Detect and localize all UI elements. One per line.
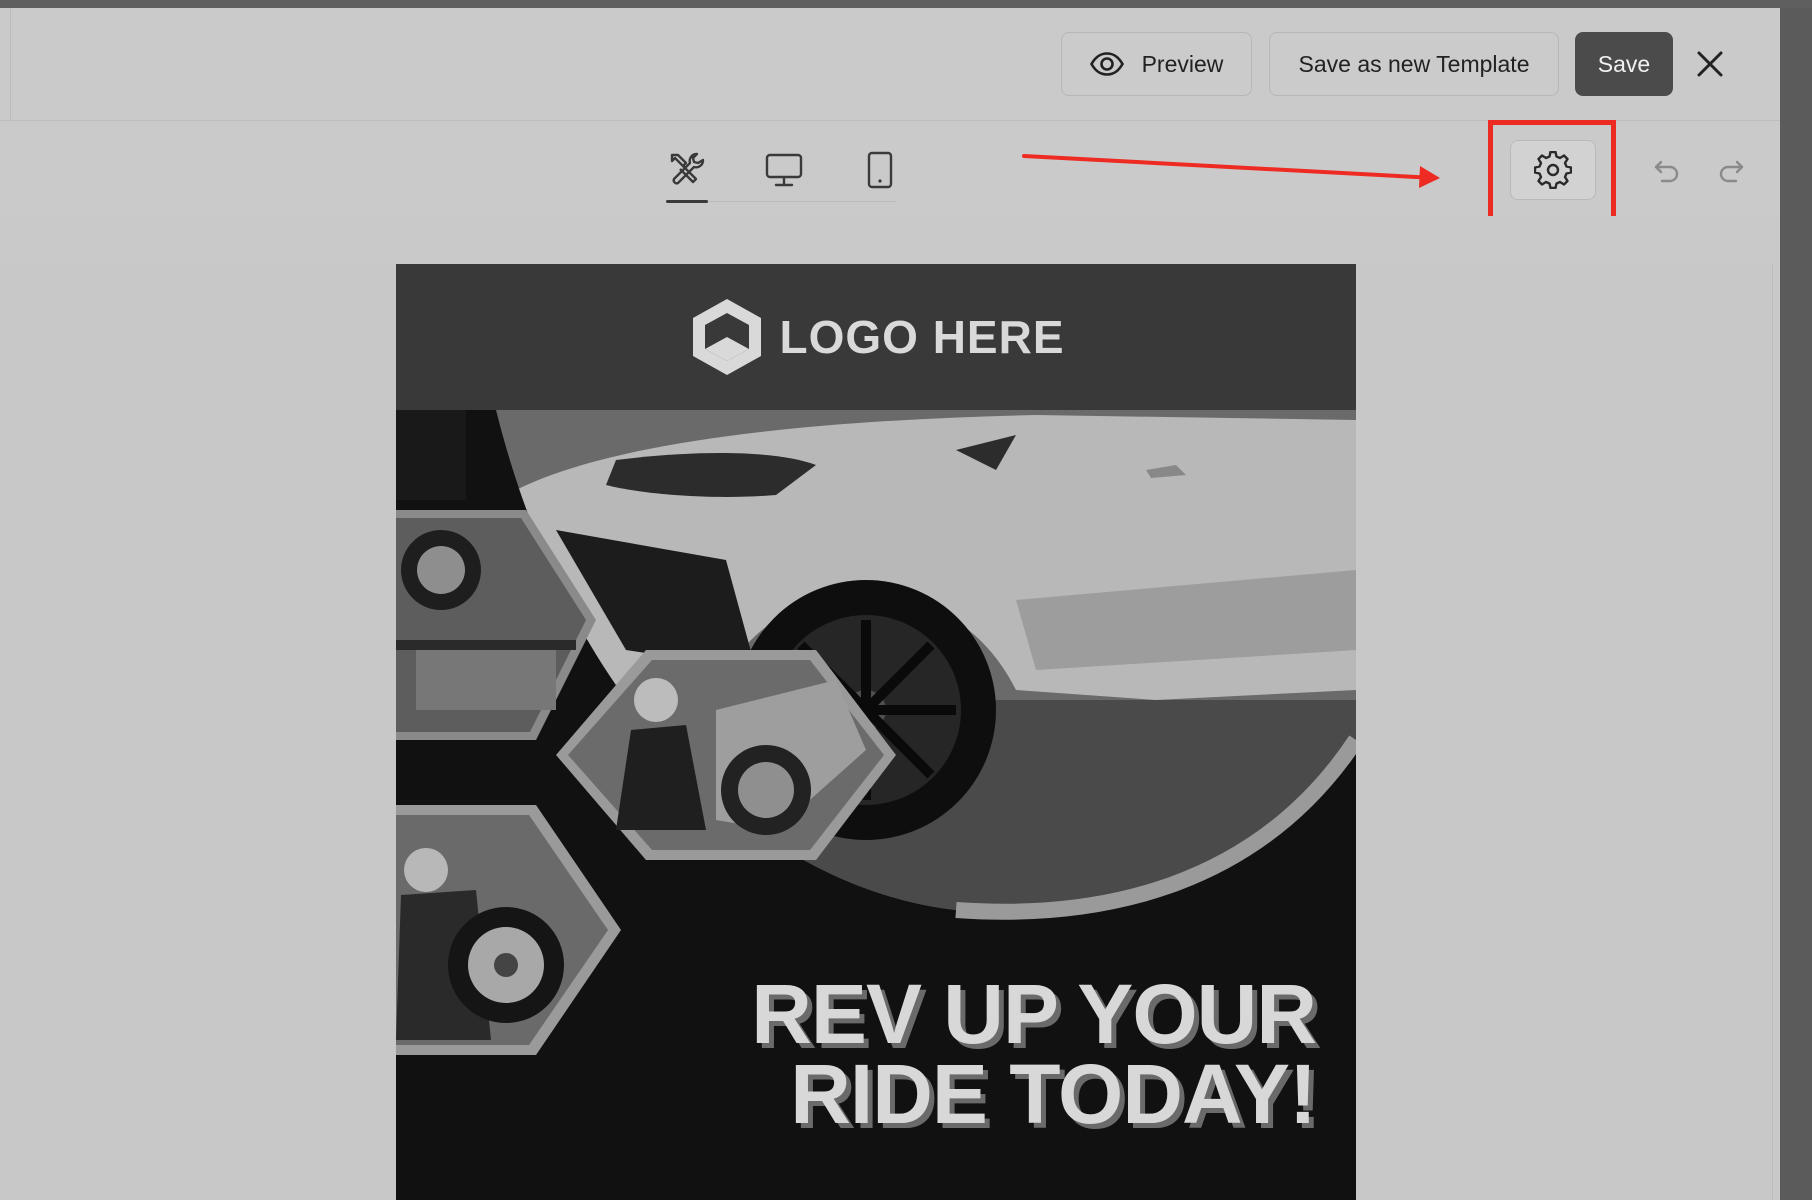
save-as-template-button[interactable]: Save as new Template xyxy=(1269,32,1559,96)
gear-icon xyxy=(1534,151,1572,189)
email-headline[interactable]: REV UP YOUR RIDE TODAY! xyxy=(751,967,1317,1141)
eye-icon xyxy=(1089,52,1124,76)
headline-line-1: REV UP YOUR xyxy=(751,967,1317,1061)
editor-header: Preview Save as new Template Save xyxy=(0,8,1780,121)
email-logo-block[interactable]: LOGO HERE xyxy=(396,264,1356,410)
window-edge xyxy=(1780,8,1812,1200)
save-as-template-label: Save as new Template xyxy=(1298,50,1530,77)
editor-toolbar xyxy=(0,120,1780,228)
header-divider xyxy=(10,8,11,120)
email-template[interactable]: LOGO HERE REV UP YOUR RIDE TODAY! xyxy=(396,264,1356,1200)
redo-icon[interactable] xyxy=(1716,156,1746,186)
desktop-view-tab[interactable] xyxy=(760,146,808,194)
mobile-icon xyxy=(867,151,893,189)
save-label: Save xyxy=(1597,50,1651,77)
canvas-area: LOGO HERE REV UP YOUR RIDE TODAY! xyxy=(0,216,1780,1200)
close-icon[interactable] xyxy=(1694,48,1726,80)
design-tool-tab[interactable] xyxy=(662,146,710,194)
mobile-view-tab[interactable] xyxy=(856,146,904,194)
active-tool-indicator xyxy=(666,200,708,203)
headline-line-2: RIDE TODAY! xyxy=(790,1047,1317,1141)
logo-text: LOGO HERE xyxy=(779,311,1065,363)
logo-hexagon-icon xyxy=(693,299,762,375)
editor-window: Preview Save as new Template Save LOGO H… xyxy=(0,8,1780,1200)
annotation-arrow xyxy=(1022,154,1440,188)
preview-label: Preview xyxy=(1141,50,1224,77)
wrench-screwdriver-icon xyxy=(670,152,705,185)
desktop-icon xyxy=(765,153,803,187)
undo-icon[interactable] xyxy=(1652,156,1682,186)
preview-button[interactable]: Preview xyxy=(1061,32,1252,96)
save-button[interactable]: Save xyxy=(1575,32,1673,96)
settings-button[interactable] xyxy=(1510,140,1596,200)
